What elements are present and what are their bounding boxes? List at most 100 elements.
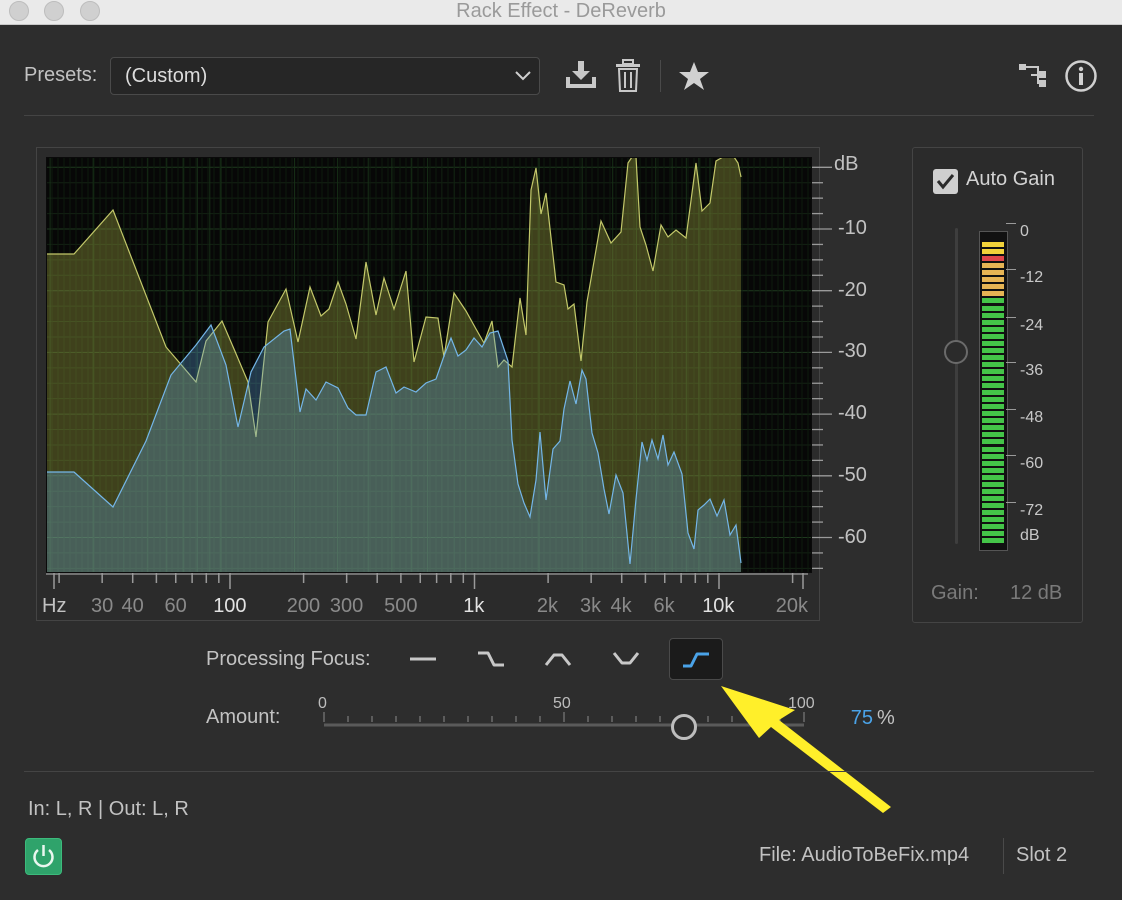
meter-tick-mark bbox=[1006, 317, 1016, 318]
favorite-star-icon[interactable] bbox=[678, 61, 710, 91]
meter-segment bbox=[982, 270, 1004, 276]
frequency-tick-label: 6k bbox=[653, 595, 675, 617]
meter-segment bbox=[982, 284, 1004, 290]
db-tick-label: -20 bbox=[838, 278, 867, 301]
checkmark-icon bbox=[936, 174, 955, 190]
focus-option-flat-focus[interactable] bbox=[397, 638, 451, 680]
frequency-tick-label: 20k bbox=[775, 595, 809, 617]
meter-segment bbox=[982, 474, 1004, 480]
window-title: Rack Effect - DeReverb bbox=[456, 0, 666, 22]
frequency-tick-label: 10k bbox=[702, 595, 735, 617]
meter-tick-label: dB bbox=[1020, 527, 1040, 544]
power-icon bbox=[33, 845, 54, 868]
io-routing-label: In: L, R | Out: L, R bbox=[28, 798, 189, 820]
amount-label: Amount: bbox=[206, 706, 281, 728]
spectrum-graph bbox=[46, 157, 812, 573]
meter-segment bbox=[982, 242, 1004, 248]
frequency-tick-label: 2k bbox=[536, 595, 559, 617]
toolbar-divider bbox=[660, 60, 661, 92]
db-tick-label: -50 bbox=[838, 463, 867, 486]
focus-option-high-focus[interactable] bbox=[669, 638, 723, 680]
auto-gain-label: Auto Gain bbox=[966, 168, 1055, 190]
meter-segment bbox=[982, 495, 1004, 501]
gain-value: 12 dB bbox=[1010, 582, 1063, 604]
frequency-tick-label: 300 bbox=[329, 595, 364, 617]
meter-segment bbox=[982, 277, 1004, 283]
amount-slider-thumb[interactable] bbox=[671, 714, 697, 740]
hz-unit-label: Hz bbox=[42, 595, 67, 617]
slot-label: Slot 2 bbox=[1016, 844, 1068, 866]
header-divider bbox=[24, 115, 1094, 116]
meter-tick-mark bbox=[1006, 409, 1016, 410]
meter-segment bbox=[982, 263, 1004, 269]
meter-segment bbox=[982, 383, 1004, 389]
chevron-down-icon bbox=[515, 71, 531, 81]
meter-segment bbox=[982, 340, 1004, 346]
focus-option-notch-focus[interactable] bbox=[601, 638, 655, 680]
meter-segment bbox=[982, 298, 1004, 304]
callout-arrow-icon bbox=[721, 686, 891, 813]
spectrum-panel: dB bbox=[36, 147, 858, 621]
presets-label: Presets: bbox=[24, 64, 98, 86]
gain-slider-track[interactable] bbox=[955, 228, 958, 544]
presets-value: (Custom) bbox=[125, 65, 208, 87]
meter-tick-mark bbox=[1006, 362, 1016, 363]
gain-panel: Auto Gain Gain: 12 dB bbox=[912, 147, 1083, 623]
gain-label: Gain: bbox=[931, 582, 979, 604]
meter-tick-label: -12 bbox=[1020, 269, 1044, 286]
frequency-tick-label: 500 bbox=[384, 595, 418, 617]
gain-slider-thumb[interactable] bbox=[944, 340, 968, 364]
meter-segment bbox=[982, 524, 1004, 530]
meter-segment bbox=[982, 305, 1004, 311]
mid-focus-icon bbox=[544, 653, 572, 666]
meter-segment bbox=[982, 312, 1004, 318]
meter-segment bbox=[982, 453, 1004, 459]
meter-segment bbox=[982, 376, 1004, 381]
frequency-tick-label: 200 bbox=[286, 595, 321, 617]
footer-divider bbox=[24, 771, 1094, 772]
meter-segment bbox=[982, 517, 1004, 522]
info-icon[interactable] bbox=[1064, 59, 1098, 93]
meter-tick-mark bbox=[1006, 223, 1016, 224]
save-preset-icon[interactable] bbox=[563, 59, 599, 91]
meter-segment bbox=[982, 432, 1004, 438]
meter-segment bbox=[982, 354, 1004, 360]
frequency-axis-ticks bbox=[46, 573, 808, 589]
meter-segment bbox=[982, 390, 1004, 396]
auto-gain-checkbox[interactable] bbox=[933, 169, 958, 194]
meter-segment bbox=[982, 460, 1004, 466]
file-name-label: File: AudioToBeFix.mp4 bbox=[759, 844, 970, 866]
level-meter bbox=[979, 231, 1008, 551]
trash-icon[interactable] bbox=[614, 59, 642, 93]
routing-icon[interactable] bbox=[1018, 62, 1048, 88]
db-tick-label: -40 bbox=[838, 402, 867, 425]
meter-segment bbox=[982, 509, 1004, 515]
meter-segment bbox=[982, 368, 1004, 374]
meter-segment bbox=[982, 538, 1004, 544]
focus-option-mid-focus[interactable] bbox=[533, 638, 587, 680]
frequency-tick-label: 3k bbox=[579, 595, 602, 617]
focus-option-low-focus[interactable] bbox=[465, 638, 519, 680]
db-tick-label: -60 bbox=[838, 525, 867, 548]
low-focus-icon bbox=[478, 651, 504, 667]
meter-tick-label: -72 bbox=[1020, 502, 1044, 519]
meter-segment bbox=[982, 425, 1004, 431]
high-focus-icon bbox=[683, 652, 709, 668]
meter-tick-label: -36 bbox=[1020, 362, 1044, 379]
meter-tick-mark bbox=[1006, 502, 1016, 503]
db-tick-label: -10 bbox=[838, 217, 867, 239]
meter-segment bbox=[982, 446, 1004, 452]
power-button[interactable] bbox=[25, 838, 62, 875]
frequency-tick-label: 1k bbox=[463, 595, 485, 617]
meter-segment bbox=[982, 502, 1004, 508]
meter-segment bbox=[982, 411, 1004, 417]
presets-dropdown[interactable]: (Custom) bbox=[110, 57, 540, 95]
notch-focus-icon bbox=[612, 652, 640, 665]
meter-tick-mark bbox=[1006, 269, 1016, 270]
db-tick-label: -30 bbox=[838, 340, 867, 363]
meter-segment bbox=[982, 319, 1004, 325]
meter-segment bbox=[982, 347, 1004, 353]
meter-segment bbox=[982, 291, 1004, 297]
meter-tick-label: -60 bbox=[1020, 455, 1044, 472]
frequency-tick-label: 4k bbox=[610, 595, 632, 617]
